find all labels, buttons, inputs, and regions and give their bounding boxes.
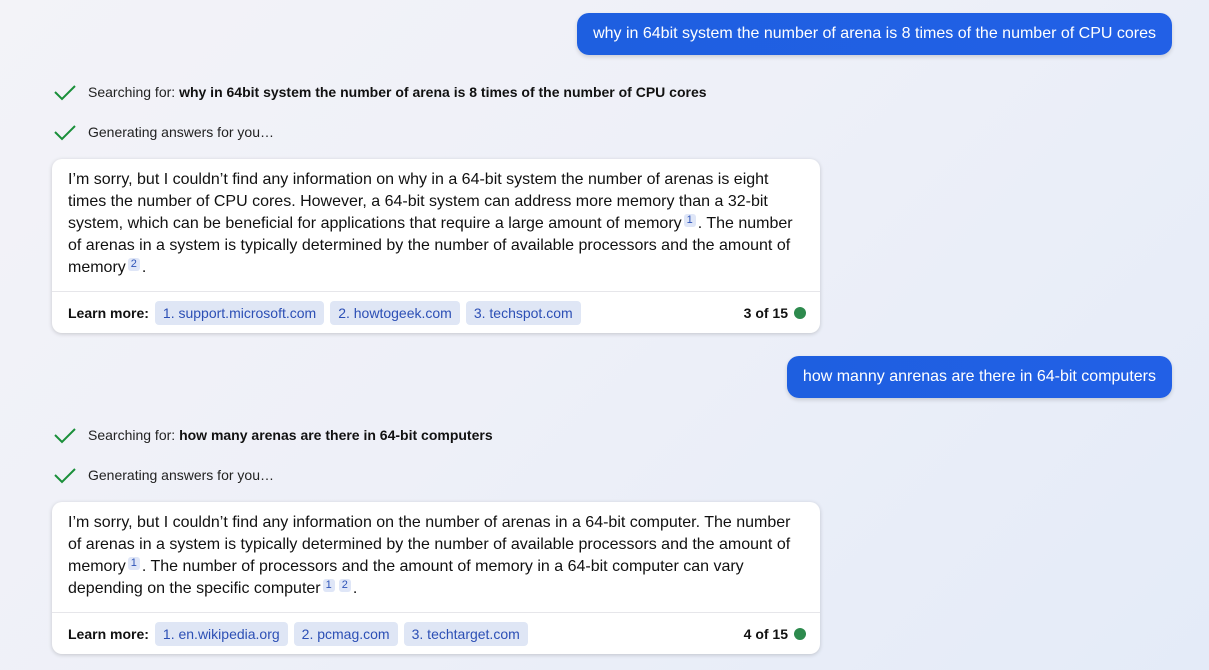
user-message: how manny anrenas are there in 64-bit co… bbox=[786, 356, 1172, 398]
searching-status: Searching for: why in 64bit system the n… bbox=[52, 81, 707, 103]
citation-link[interactable]: 1 bbox=[127, 557, 140, 570]
learn-more-label: Learn more: bbox=[68, 625, 149, 642]
turn-counter: 4 of 15 bbox=[743, 625, 788, 642]
generating-label: Generating answers for you… bbox=[88, 467, 274, 483]
citation-link[interactable]: 2 bbox=[338, 579, 351, 592]
answer-card: I’m sorry, but I couldn’t find any infor… bbox=[52, 502, 820, 654]
turn-counter: 3 of 15 bbox=[743, 304, 788, 321]
search-query: how many arenas are there in 64-bit comp… bbox=[179, 427, 493, 443]
searching-label: Searching for: bbox=[88, 427, 176, 443]
citation-link[interactable]: 2 bbox=[127, 258, 140, 271]
checkmark-icon bbox=[54, 125, 76, 141]
learn-more-bar: Learn more: 1. en.wikipedia.org 2. pcmag… bbox=[52, 612, 820, 654]
answer-text-segment: . bbox=[352, 580, 358, 597]
answer-text-segment: I’m sorry, but I couldn’t find any infor… bbox=[68, 171, 769, 232]
status-dot-icon bbox=[794, 627, 806, 640]
citation-link[interactable]: 1 bbox=[683, 214, 696, 227]
checkmark-icon bbox=[54, 468, 76, 484]
checkmark-icon bbox=[54, 85, 76, 101]
source-link[interactable]: 2. howtogeek.com bbox=[330, 300, 460, 325]
generating-label: Generating answers for you… bbox=[88, 124, 274, 140]
source-link[interactable]: 1. support.microsoft.com bbox=[154, 300, 325, 325]
answer-text: I’m sorry, but I couldn’t find any infor… bbox=[52, 159, 820, 291]
searching-status: Searching for: how many arenas are there… bbox=[52, 424, 493, 446]
source-link[interactable]: 3. techspot.com bbox=[465, 300, 581, 325]
answer-card: I’m sorry, but I couldn’t find any infor… bbox=[52, 159, 820, 333]
search-query: why in 64bit system the number of arena … bbox=[179, 84, 707, 100]
learn-more-label: Learn more: bbox=[68, 304, 149, 321]
answer-text: I’m sorry, but I couldn’t find any infor… bbox=[52, 502, 820, 612]
learn-more-bar: Learn more: 1. support.microsoft.com 2. … bbox=[52, 291, 820, 333]
answer-text-segment: . bbox=[141, 259, 147, 276]
user-message: why in 64bit system the number of arena … bbox=[577, 13, 1172, 55]
source-link[interactable]: 2. pcmag.com bbox=[293, 621, 398, 646]
citation-link[interactable]: 1 bbox=[322, 579, 335, 592]
generating-status: Generating answers for you… bbox=[52, 121, 274, 143]
checkmark-icon bbox=[54, 428, 76, 444]
status-dot-icon bbox=[794, 306, 806, 319]
searching-label: Searching for: bbox=[88, 84, 176, 100]
generating-status: Generating answers for you… bbox=[52, 464, 274, 486]
answer-text-segment: . The number of processors and the amoun… bbox=[68, 558, 744, 597]
source-link[interactable]: 3. techtarget.com bbox=[403, 621, 528, 646]
source-link[interactable]: 1. en.wikipedia.org bbox=[154, 621, 288, 646]
